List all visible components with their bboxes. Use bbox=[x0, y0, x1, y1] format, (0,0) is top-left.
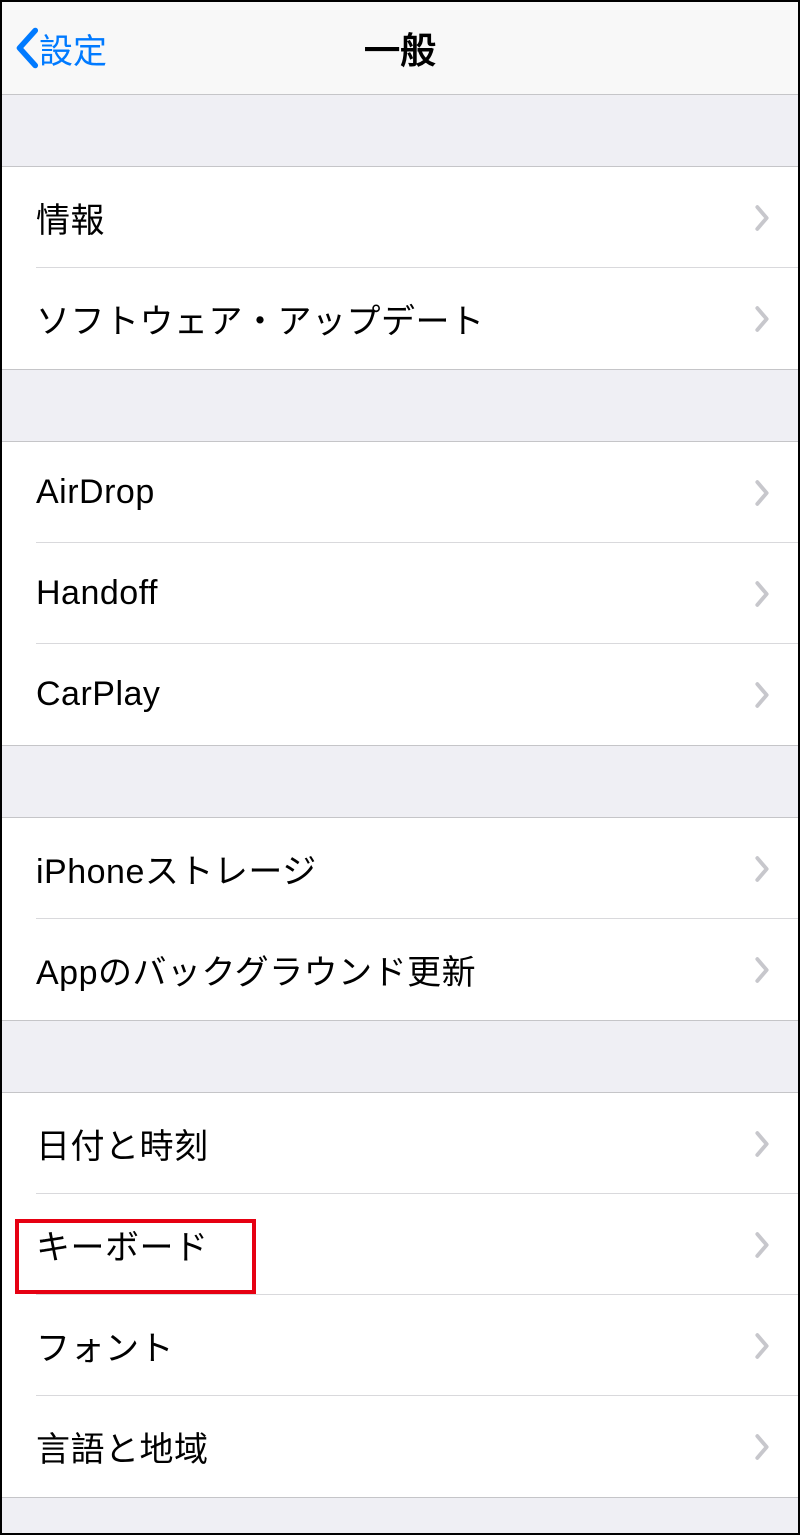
chevron-right-icon bbox=[754, 956, 770, 984]
group-1: AirDrop Handoff CarPlay bbox=[2, 442, 798, 746]
row-label: CarPlay bbox=[36, 675, 160, 714]
row-label: AirDrop bbox=[36, 473, 155, 512]
group-0: 情報 ソフトウェア・アップデート bbox=[2, 167, 798, 370]
navbar: 設定 一般 bbox=[2, 2, 798, 95]
chevron-right-icon bbox=[754, 855, 770, 883]
group-3: 日付と時刻 キーボード フォント 言語と地域 bbox=[2, 1093, 798, 1498]
group-spacer bbox=[2, 370, 798, 442]
row-date-time[interactable]: 日付と時刻 bbox=[2, 1093, 798, 1194]
row-airdrop[interactable]: AirDrop bbox=[2, 442, 798, 543]
back-button[interactable]: 設定 bbox=[2, 24, 107, 73]
row-carplay[interactable]: CarPlay bbox=[2, 644, 798, 745]
row-label: 言語と地域 bbox=[36, 1422, 209, 1471]
chevron-right-icon bbox=[754, 681, 770, 709]
row-label: iPhoneストレージ bbox=[36, 844, 317, 893]
chevron-left-icon bbox=[14, 27, 39, 69]
row-keyboard[interactable]: キーボード bbox=[2, 1194, 798, 1295]
row-iphone-storage[interactable]: iPhoneストレージ bbox=[2, 818, 798, 919]
chevron-right-icon bbox=[754, 305, 770, 333]
row-software-update[interactable]: ソフトウェア・アップデート bbox=[2, 268, 798, 369]
row-background-app-refresh[interactable]: Appのバックグラウンド更新 bbox=[2, 919, 798, 1020]
row-fonts[interactable]: フォント bbox=[2, 1295, 798, 1396]
row-language-region[interactable]: 言語と地域 bbox=[2, 1396, 798, 1497]
chevron-right-icon bbox=[754, 1130, 770, 1158]
row-about[interactable]: 情報 bbox=[2, 167, 798, 268]
group-2: iPhoneストレージ Appのバックグラウンド更新 bbox=[2, 818, 798, 1021]
row-label: 情報 bbox=[36, 193, 105, 242]
row-label: Handoff bbox=[36, 574, 158, 613]
row-label: 日付と時刻 bbox=[36, 1119, 209, 1168]
row-label: キーボード bbox=[36, 1220, 209, 1269]
group-spacer bbox=[2, 746, 798, 818]
chevron-right-icon bbox=[754, 479, 770, 507]
row-label: ソフトウェア・アップデート bbox=[36, 294, 485, 343]
chevron-right-icon bbox=[754, 580, 770, 608]
row-label: Appのバックグラウンド更新 bbox=[36, 945, 476, 994]
back-label: 設定 bbox=[39, 24, 107, 73]
chevron-right-icon bbox=[754, 1433, 770, 1461]
chevron-right-icon bbox=[754, 1332, 770, 1360]
row-handoff[interactable]: Handoff bbox=[2, 543, 798, 644]
chevron-right-icon bbox=[754, 1231, 770, 1259]
row-label: フォント bbox=[36, 1321, 174, 1370]
page-title: 一般 bbox=[364, 22, 436, 74]
group-spacer bbox=[2, 1021, 798, 1093]
group-spacer bbox=[2, 95, 798, 167]
chevron-right-icon bbox=[754, 204, 770, 232]
